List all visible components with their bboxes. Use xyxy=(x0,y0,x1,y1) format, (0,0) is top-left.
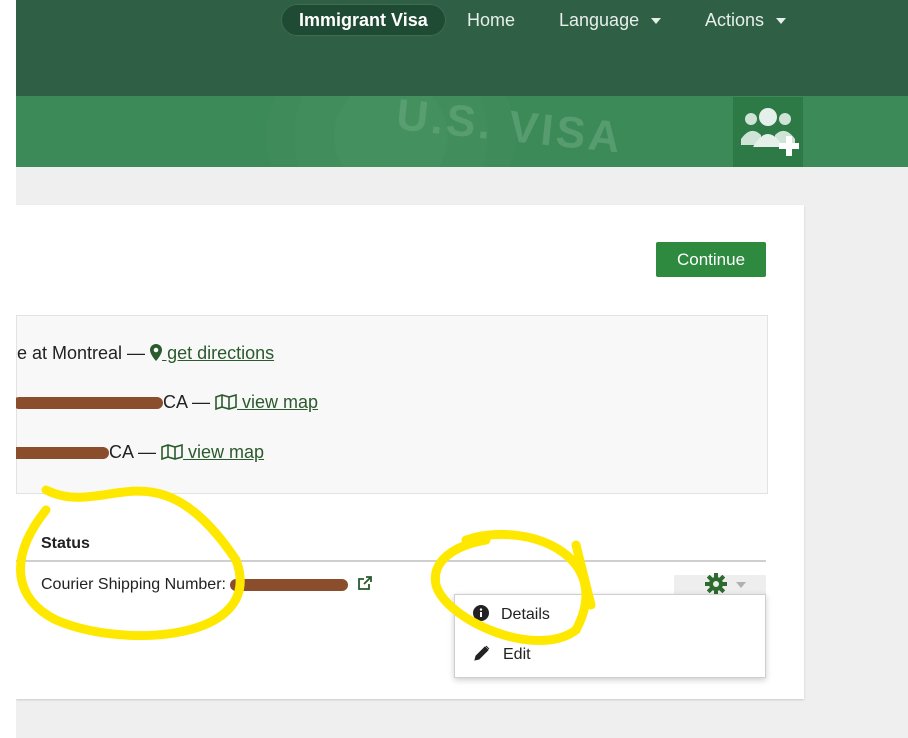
view-map-link[interactable]: view map xyxy=(215,392,318,412)
map-icon xyxy=(161,443,183,461)
pencil-icon xyxy=(474,645,490,661)
chevron-down-icon xyxy=(736,582,746,588)
nav-home[interactable]: Home xyxy=(467,0,515,40)
get-directions-link[interactable]: get directions xyxy=(150,343,274,363)
info-icon xyxy=(473,605,489,621)
nav-actions[interactable]: Actions xyxy=(705,0,787,40)
location-panel: e at Montreal — get directions CA — view… xyxy=(16,315,768,494)
status-cell: Courier Shipping Number: xyxy=(41,575,373,594)
redacted-tracking-number xyxy=(230,578,349,591)
nav-immigrant-visa[interactable]: Immigrant Visa xyxy=(281,4,446,36)
menu-item-edit[interactable]: Edit xyxy=(473,643,531,667)
chevron-down-icon xyxy=(776,18,787,25)
nav-language[interactable]: Language xyxy=(559,0,662,40)
view-map-link[interactable]: view map xyxy=(161,442,264,462)
add-users-icon xyxy=(741,108,799,156)
nav-language-label: Language xyxy=(559,10,640,30)
menu-item-label: Details xyxy=(501,606,550,623)
menu-item-details[interactable]: Details xyxy=(473,603,550,627)
continue-button[interactable]: Continue xyxy=(656,242,766,277)
view-map-label: view map xyxy=(237,392,319,412)
top-navbar: Immigrant Visa Home Language Actions xyxy=(16,0,908,96)
location-line-3: CA — view map xyxy=(16,442,264,463)
gear-icon xyxy=(705,573,727,595)
external-link-icon[interactable] xyxy=(357,575,373,591)
row-actions-menu: Details Edit xyxy=(454,594,766,678)
menu-item-label: Edit xyxy=(503,646,531,663)
map-marker-icon xyxy=(150,344,163,361)
status-column-header: Status xyxy=(41,535,90,552)
courier-label: Courier Shipping Number: xyxy=(41,576,226,593)
add-group-button[interactable] xyxy=(733,97,803,167)
location-text: e at Montreal — xyxy=(17,343,151,363)
view-map-label: view map xyxy=(183,442,265,462)
location-line-2: CA — view map xyxy=(16,392,318,413)
row-actions-button[interactable] xyxy=(674,573,766,595)
redacted-address xyxy=(16,447,109,460)
get-directions-label: get directions xyxy=(162,343,275,363)
table-divider xyxy=(16,560,766,562)
redacted-address xyxy=(16,397,163,410)
location-line-1: e at Montreal — get directions xyxy=(17,343,274,364)
page: Immigrant Visa Home Language Actions U.S… xyxy=(16,0,908,738)
location-text: CA — xyxy=(163,392,216,412)
location-text: CA — xyxy=(109,442,162,462)
map-icon xyxy=(215,393,237,411)
nav-actions-label: Actions xyxy=(705,10,765,30)
chevron-down-icon xyxy=(651,18,662,25)
appointment-card: Continue e at Montreal — get directions … xyxy=(16,205,804,699)
